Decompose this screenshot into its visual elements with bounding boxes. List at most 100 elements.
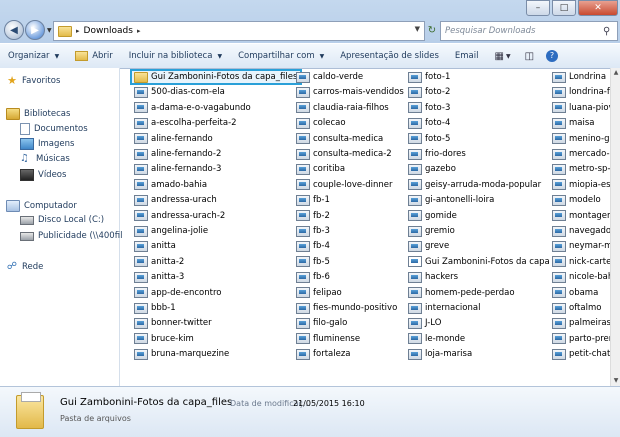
share-with-button[interactable]: Compartilhar com ▼ — [230, 51, 332, 61]
slideshow-button[interactable]: Apresentação de slides — [332, 51, 447, 61]
maximize-button[interactable]: □ — [552, 0, 576, 16]
file-item[interactable]: fb-6 — [296, 270, 330, 284]
file-item[interactable]: fortaleza — [296, 347, 351, 361]
file-item[interactable]: amado-bahia — [134, 178, 207, 192]
file-item[interactable]: obama — [552, 286, 598, 300]
file-item[interactable]: menino-galin — [552, 132, 610, 146]
nav-local-disk[interactable]: Disco Local (C:) — [20, 215, 104, 225]
nav-network-drive[interactable]: Publicidade (\\400fil — [20, 231, 122, 241]
file-item[interactable]: couple-love-dinner — [296, 178, 392, 192]
email-button[interactable]: Email — [447, 51, 487, 61]
refresh-icon[interactable]: ↻ — [425, 21, 439, 39]
file-item[interactable]: gomide — [408, 209, 457, 223]
file-item[interactable]: J-LO — [408, 316, 441, 330]
file-item[interactable]: nicole-bahls — [552, 270, 610, 284]
nav-documents[interactable]: Documentos — [20, 123, 88, 135]
organize-button[interactable]: Organizar ▼ — [0, 51, 67, 61]
file-item[interactable]: homem-pede-perdao — [408, 286, 515, 300]
file-item[interactable]: andressa-urach-2 — [134, 209, 225, 223]
file-item[interactable]: foto-1 — [408, 70, 450, 84]
nav-network[interactable]: ☍ Rede — [6, 262, 43, 273]
file-item[interactable]: fb-3 — [296, 224, 330, 238]
file-item[interactable]: loja-marisa — [408, 347, 472, 361]
file-item[interactable]: consulta-medica — [296, 132, 383, 146]
file-item[interactable]: nick-carter — [552, 255, 610, 269]
file-item[interactable]: montagemlo — [552, 209, 610, 223]
file-item[interactable]: Londrina — [552, 70, 606, 84]
file-item[interactable]: foto-3 — [408, 101, 450, 115]
file-item[interactable]: fb-5 — [296, 255, 330, 269]
open-button[interactable]: Abrir — [67, 51, 121, 61]
nav-images[interactable]: Imagens — [20, 138, 74, 150]
file-item[interactable]: fies-mundo-positivo — [296, 301, 397, 315]
file-item[interactable]: bonner-twitter — [134, 316, 212, 330]
file-item[interactable]: coritiba — [296, 162, 345, 176]
file-item[interactable]: foto-4 — [408, 116, 450, 130]
file-item[interactable]: neymar-mun — [552, 239, 610, 253]
file-item[interactable]: fb-4 — [296, 239, 330, 253]
file-item[interactable]: caldo-verde — [296, 70, 363, 84]
file-item[interactable]: petit-chateau — [552, 347, 610, 361]
vertical-scrollbar[interactable]: ▲ ▼ — [610, 68, 620, 386]
file-item[interactable]: gazebo — [408, 162, 456, 176]
file-item[interactable]: claudia-raia-filhos — [296, 101, 389, 115]
preview-pane-icon[interactable]: ◫ — [525, 51, 534, 62]
address-bar[interactable]: ▸ Downloads ▸ ▼ — [53, 21, 425, 41]
file-item[interactable]: a-dama-e-o-vagabundo — [134, 101, 251, 115]
file-item[interactable]: fb-1 — [296, 193, 330, 207]
file-item[interactable]: mercado-de-t — [552, 147, 610, 161]
file-item[interactable]: gi-antonelli-loira — [408, 193, 494, 207]
include-in-library-button[interactable]: Incluir na biblioteca ▼ — [121, 51, 230, 61]
file-item[interactable]: anitta-3 — [134, 270, 184, 284]
file-item[interactable]: foto-5 — [408, 132, 450, 146]
file-item[interactable]: a-escolha-perfeita-2 — [134, 116, 237, 130]
breadcrumb-separator-icon[interactable]: ▸ — [76, 27, 80, 35]
close-button[interactable]: ✕ — [578, 0, 618, 16]
file-item[interactable]: oftalmo — [552, 301, 601, 315]
file-item[interactable]: consulta-medica-2 — [296, 147, 392, 161]
file-item[interactable]: geisy-arruda-moda-popular — [408, 178, 541, 192]
file-item[interactable]: bruce-kim — [134, 332, 194, 346]
nav-computer[interactable]: Computador — [6, 200, 77, 212]
scroll-up-icon[interactable]: ▲ — [611, 68, 620, 78]
file-item[interactable]: luana-piovani — [552, 101, 610, 115]
file-item[interactable]: colecao — [296, 116, 346, 130]
file-item[interactable]: gremio — [408, 224, 455, 238]
help-icon[interactable]: ? — [546, 50, 559, 62]
file-item[interactable]: Gui Zambonini-Fotos da capa — [408, 255, 550, 269]
file-item[interactable]: greve — [408, 239, 449, 253]
file-item[interactable]: angelina-jolie — [134, 224, 208, 238]
file-item[interactable]: aline-fernando-2 — [134, 147, 221, 161]
file-item[interactable]: frio-dores — [408, 147, 466, 161]
file-item[interactable]: fb-2 — [296, 209, 330, 223]
file-item[interactable]: Gui Zambonini-Fotos da capa_files — [130, 69, 303, 85]
file-item[interactable]: andressa-urach — [134, 193, 217, 207]
search-icon[interactable]: ⚲ — [603, 26, 617, 37]
recent-pages-chevron-icon[interactable]: ▼ — [47, 27, 52, 34]
file-item[interactable]: felipao — [296, 286, 342, 300]
file-item[interactable]: navegadores — [552, 224, 610, 238]
file-item[interactable]: anitta — [134, 239, 176, 253]
file-item[interactable]: filo-galo — [296, 316, 347, 330]
file-item[interactable]: le-monde — [408, 332, 465, 346]
view-chevron-icon[interactable]: ▼ — [506, 53, 511, 60]
file-item[interactable]: londrina-futel — [552, 85, 610, 99]
file-item[interactable]: aline-fernando-3 — [134, 162, 221, 176]
nav-libraries[interactable]: Bibliotecas — [6, 108, 70, 120]
search-input[interactable]: Pesquisar Downloads — [445, 26, 603, 36]
file-item[interactable]: parto-prema — [552, 332, 610, 346]
forward-button[interactable]: ▶ — [25, 20, 45, 40]
nav-favorites[interactable]: ★ Favoritos — [6, 75, 60, 86]
file-item[interactable]: miopia-estud — [552, 178, 610, 192]
file-item[interactable]: aline-fernando — [134, 132, 213, 146]
minimize-button[interactable]: – — [526, 0, 550, 16]
file-item[interactable]: fluminense — [296, 332, 360, 346]
scroll-down-icon[interactable]: ▼ — [611, 376, 620, 386]
file-item[interactable]: anitta-2 — [134, 255, 184, 269]
nav-music[interactable]: ♫ Músicas — [20, 154, 70, 165]
file-item[interactable]: palmeiras-joi — [552, 316, 610, 330]
file-item[interactable]: foto-2 — [408, 85, 450, 99]
address-dropdown-icon[interactable]: ▼ — [415, 25, 420, 33]
breadcrumb-downloads[interactable]: Downloads — [84, 26, 133, 36]
breadcrumb-chevron-icon[interactable]: ▸ — [137, 27, 141, 35]
